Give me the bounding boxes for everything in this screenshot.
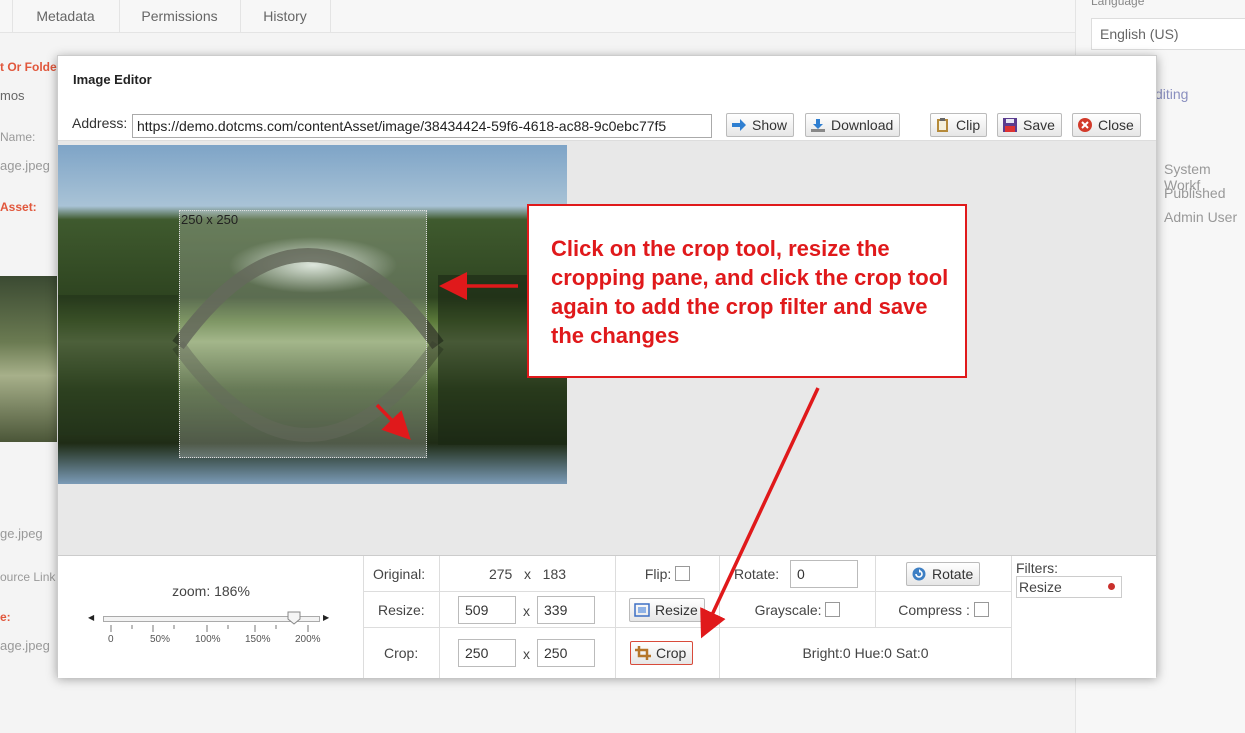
bg-asset-thumbnail	[0, 276, 57, 442]
rotate-button-cell: Rotate	[876, 556, 1012, 592]
zoom-tick-150: 150%	[245, 634, 271, 645]
editor-controls-panel: zoom: 186% ◀ ▶ 0 50% 100% 150% 200% Orig…	[58, 555, 1156, 678]
zoom-decrease-arrow-icon[interactable]: ◀	[88, 613, 94, 622]
resize-icon	[634, 601, 650, 617]
instruction-text: Click on the crop tool, resize the cropp…	[551, 236, 949, 348]
crop-button[interactable]: Crop	[630, 641, 694, 665]
resize-width-input[interactable]: 509	[458, 596, 516, 624]
resize-button-cell: Resize	[616, 592, 720, 628]
rotate-button[interactable]: Rotate	[906, 562, 981, 586]
background-tabs: Metadata Permissions History	[0, 0, 1075, 33]
flip-cell: Flip:	[616, 556, 720, 592]
original-label: Original:	[364, 556, 440, 592]
original-times: x	[524, 566, 531, 582]
original-size: 275 x 183	[440, 556, 616, 592]
crop-selection-pane[interactable]	[179, 210, 427, 458]
resize-times: x	[523, 603, 530, 619]
bg-value-file: age.jpeg	[0, 638, 50, 653]
rotate-cell: Rotate: 0	[720, 556, 876, 592]
crop-times: x	[523, 646, 530, 662]
crop-label: Crop:	[364, 628, 440, 678]
resize-label: Resize:	[364, 592, 440, 628]
address-label: Address:	[72, 115, 128, 131]
grayscale-checkbox[interactable]	[825, 602, 841, 617]
zoom-increase-arrow-icon[interactable]: ▶	[323, 613, 329, 622]
bg-value-asset: ge.jpeg	[0, 526, 43, 541]
bg-label-e: e:	[0, 610, 11, 624]
compress-cell: Compress :	[876, 592, 1012, 628]
bright-hue-sat: Bright:0 Hue:0 Sat:0	[720, 628, 1012, 678]
crop-button-cell: Crop	[616, 628, 720, 678]
zoom-slider-thumb[interactable]	[287, 611, 301, 625]
flip-label: Flip:	[644, 566, 672, 582]
zoom-tick-0: 0	[108, 634, 114, 645]
bg-label-source-link: ource Link	[0, 570, 56, 584]
zoom-section: zoom: 186% ◀ ▶ 0 50% 100% 150% 200%	[58, 556, 364, 678]
crop-height-input[interactable]: 250	[537, 639, 595, 667]
download-icon	[810, 116, 826, 132]
close-button[interactable]: Close	[1072, 113, 1141, 137]
clip-button[interactable]: Clip	[930, 113, 988, 137]
grayscale-cell: Grayscale:	[720, 592, 876, 628]
filters-label: Filters:	[1016, 560, 1058, 576]
zoom-label: zoom: 186%	[172, 583, 250, 599]
original-width: 275	[488, 566, 513, 582]
zoom-tick-marks	[110, 625, 309, 632]
zoom-tick-200: 200%	[295, 634, 321, 645]
close-circle-icon	[1077, 116, 1093, 132]
crop-width-input[interactable]: 250	[458, 639, 516, 667]
tab-history[interactable]: History	[240, 0, 331, 32]
bg-label-folder: t Or Folder:	[0, 60, 66, 74]
crop-size: 250 x 250	[440, 628, 616, 678]
dialog-title-bar[interactable]: Image Editor	[58, 56, 1156, 105]
compress-label: Compress :	[898, 602, 970, 618]
address-input[interactable]: https://demo.dotcms.com/contentAsset/ima…	[132, 114, 712, 138]
arrow-right-icon	[731, 116, 747, 131]
zoom-tick-100: 100%	[195, 634, 221, 645]
tab-permissions[interactable]: Permissions	[119, 0, 241, 32]
crop-icon	[635, 644, 651, 660]
instruction-callout: Click on the crop tool, resize the cropp…	[527, 204, 967, 378]
filters-section: Filters: Resize	[1012, 556, 1156, 678]
flip-checkbox[interactable]	[675, 566, 691, 581]
clipboard-icon	[935, 116, 951, 132]
grayscale-label: Grayscale:	[754, 602, 822, 618]
crop-size-label: 250 x 250	[181, 212, 239, 227]
compress-checkbox[interactable]	[973, 602, 989, 617]
rotate-label: Rotate:	[734, 566, 780, 582]
language-select[interactable]: English (US)	[1091, 18, 1245, 50]
tab-metadata[interactable]: Metadata	[12, 0, 120, 32]
status-text: Published	[1164, 185, 1226, 201]
bg-value-name: age.jpeg	[0, 158, 50, 173]
rotate-icon	[911, 565, 927, 581]
rotate-input[interactable]: 0	[790, 560, 858, 588]
bg-label-name: Name:	[0, 130, 36, 144]
dialog-title: Image Editor	[73, 72, 152, 87]
original-height: 183	[542, 566, 567, 582]
filter-item-label: Resize	[1019, 579, 1062, 595]
show-button[interactable]: Show	[726, 113, 795, 137]
bg-value-folder: mos	[0, 88, 25, 103]
resize-size: 509 x 339	[440, 592, 616, 628]
floppy-disk-icon	[1002, 116, 1018, 132]
zoom-tick-50: 50%	[150, 634, 171, 645]
filter-item-resize[interactable]: Resize	[1016, 576, 1122, 598]
language-label: Language	[1091, 0, 1145, 8]
save-button[interactable]: Save	[997, 113, 1062, 137]
download-button[interactable]: Download	[805, 113, 901, 137]
user-text: Admin User	[1164, 209, 1238, 225]
resize-height-input[interactable]: 339	[537, 596, 595, 624]
remove-filter-icon[interactable]	[1108, 583, 1115, 590]
resize-button[interactable]: Resize	[629, 598, 705, 622]
bg-label-asset: Asset:	[0, 200, 37, 214]
editing-link[interactable]: diting	[1155, 86, 1188, 102]
